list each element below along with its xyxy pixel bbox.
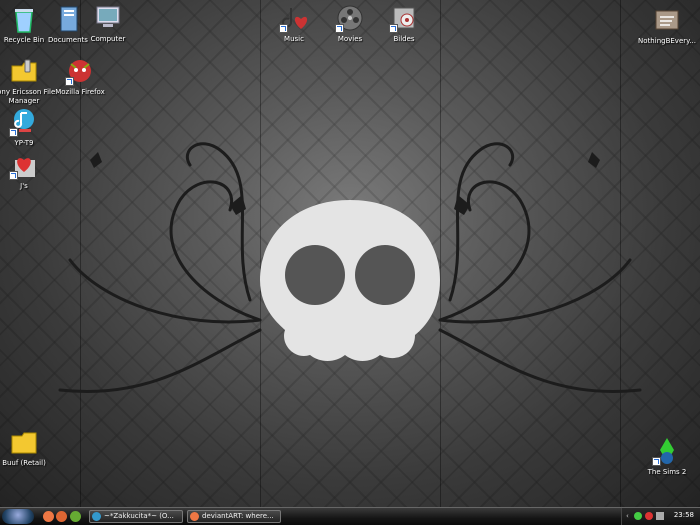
icon-label: Computer <box>90 35 126 43</box>
shortcut-arrow-icon <box>279 24 288 33</box>
taskbar-task-firefox[interactable]: deviantART: where... <box>187 510 281 523</box>
volume-tray-icon[interactable] <box>656 512 664 520</box>
taskbar-clock[interactable]: 23:58 <box>674 511 694 519</box>
media-quicklaunch-icon[interactable] <box>70 511 81 522</box>
task-label: deviantART: where... <box>202 512 274 520</box>
icon-label: The Sims 2 <box>647 468 687 476</box>
buuf-folder-shortcut[interactable]: Buuf (Retail) <box>0 427 61 468</box>
icon-label: NothingBEvery... <box>638 37 696 45</box>
sims2-shortcut[interactable]: The Sims 2 <box>630 436 700 477</box>
computer-shortcut[interactable]: Computer <box>71 3 145 44</box>
shortcut-arrow-icon <box>335 24 344 33</box>
computer-icon <box>96 6 120 27</box>
taskbar: ~*Zakkucita*~ (O... deviantART: where...… <box>0 507 700 525</box>
task-label: ~*Zakkucita*~ (O... <box>104 512 174 520</box>
shortcut-arrow-icon <box>65 77 74 86</box>
messenger-icon <box>92 512 101 521</box>
browser-quicklaunch-icon[interactable] <box>56 511 67 522</box>
shortcut-arrow-icon <box>9 128 18 137</box>
tray-chevron-icon[interactable]: ‹ <box>626 512 629 520</box>
icon-label: YP-T9 <box>14 139 34 147</box>
folder-icon <box>11 432 37 454</box>
shortcut-arrow-icon <box>652 457 661 466</box>
taskbar-task-messenger[interactable]: ~*Zakkucita*~ (O... <box>89 510 183 523</box>
start-button[interactable] <box>2 509 34 524</box>
icon-label: J's <box>20 182 28 190</box>
bildes-shortcut[interactable]: Bildes <box>367 3 441 44</box>
nothing-every-shortcut[interactable]: NothingBEvery... <box>630 5 700 46</box>
js-shortcut[interactable]: J's <box>0 150 61 191</box>
messenger-tray-icon[interactable] <box>634 512 642 520</box>
yp-t9-shortcut[interactable]: YP-T9 <box>0 107 61 148</box>
firefox-shortcut[interactable]: Mozilla Firefox <box>43 56 117 97</box>
icon-label: Bildes <box>393 35 415 43</box>
shortcut-arrow-icon <box>9 171 18 180</box>
firefox-quicklaunch-icon[interactable] <box>43 511 54 522</box>
system-tray: ‹ 23:58 <box>621 508 700 525</box>
icon-label: Mozilla Firefox <box>55 88 105 96</box>
icon-label: Buuf (Retail) <box>2 459 46 467</box>
antivirus-tray-icon[interactable] <box>645 512 653 520</box>
file-manager-icon <box>11 59 37 82</box>
skull-logo <box>260 200 440 361</box>
firefox-icon <box>190 512 199 521</box>
shortcut-arrow-icon <box>389 24 398 33</box>
folder-art-icon <box>655 10 679 30</box>
